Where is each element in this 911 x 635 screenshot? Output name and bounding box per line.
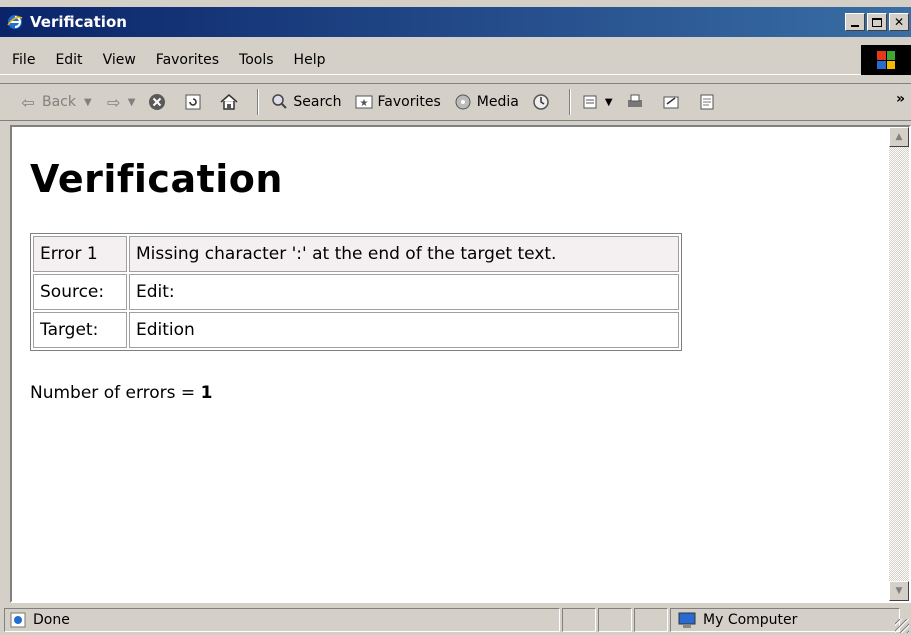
maximize-icon <box>872 17 882 27</box>
table-row: Source: Edit: <box>33 274 679 310</box>
favorites-button[interactable]: ★ Favorites <box>354 92 441 112</box>
vertical-scrollbar[interactable]: ▲ ▼ <box>889 127 909 601</box>
menu-view[interactable]: View <box>93 52 146 68</box>
media-label: Media <box>476 94 519 110</box>
scroll-down-button[interactable]: ▼ <box>889 581 909 601</box>
stop-button[interactable] <box>147 92 171 112</box>
close-icon: ✕ <box>893 15 905 29</box>
print-icon <box>627 94 642 107</box>
title-bar: Verification ✕ <box>0 7 911 37</box>
page-content: Verification Error 1 Missing character '… <box>12 127 891 601</box>
error-summary: Number of errors = 1 <box>30 383 212 403</box>
refresh-icon <box>185 94 201 110</box>
menu-favorites[interactable]: Favorites <box>146 52 229 68</box>
source-label-cell: Source: <box>33 274 127 310</box>
mail-button[interactable]: ▼ <box>581 92 613 112</box>
close-button[interactable]: ✕ <box>889 13 909 31</box>
table-row: Target: Edition <box>33 312 679 348</box>
status-bar: Done My Computer <box>0 605 911 635</box>
target-label-cell: Target: <box>33 312 127 348</box>
status-main-panel: Done <box>4 608 560 632</box>
menu-bar: File Edit View Favorites Tools Help <box>0 45 911 75</box>
scroll-up-button[interactable]: ▲ <box>889 127 909 147</box>
edit-page-button[interactable] <box>661 92 685 112</box>
minimize-icon <box>851 25 859 27</box>
windows-logo-icon <box>877 51 895 69</box>
status-panel <box>634 608 668 632</box>
page-done-icon <box>10 612 26 628</box>
resize-grip-icon[interactable] <box>895 619 909 633</box>
print-button[interactable] <box>625 92 649 112</box>
svg-text:★: ★ <box>359 98 368 109</box>
home-button[interactable] <box>219 92 243 112</box>
target-value-cell: Edition <box>129 312 679 348</box>
media-button[interactable]: Media <box>453 92 519 112</box>
search-button[interactable]: Search <box>269 92 342 112</box>
back-dropdown-icon[interactable]: ▼ <box>84 97 92 108</box>
error-message-cell: Missing character ':' at the end of the … <box>129 236 679 272</box>
status-panel <box>562 608 596 632</box>
mail-dropdown-icon[interactable]: ▼ <box>605 97 613 108</box>
favorites-label: Favorites <box>377 94 441 110</box>
summary-label: Number of errors = <box>30 383 201 403</box>
windows-logo-throbber <box>861 45 911 75</box>
forward-arrow-icon: ⇨ <box>107 92 121 112</box>
toolbar-overflow-chevron[interactable]: » <box>896 91 905 107</box>
maximize-button[interactable] <box>867 13 887 31</box>
scroll-down-icon: ▼ <box>895 586 903 596</box>
ie-icon <box>7 15 23 29</box>
toolbar-separator <box>568 89 571 115</box>
edit-icon <box>663 96 679 109</box>
minimize-button[interactable] <box>845 13 865 31</box>
page-title: Verification <box>30 157 283 201</box>
search-icon <box>272 94 288 109</box>
verification-table: Error 1 Missing character ':' at the end… <box>30 233 682 351</box>
stop-icon <box>149 94 166 110</box>
error-count: 1 <box>200 383 213 403</box>
scroll-up-icon: ▲ <box>895 132 903 142</box>
security-zone-label: My Computer <box>703 612 798 628</box>
table-row: Error 1 Missing character ':' at the end… <box>33 236 679 272</box>
media-icon <box>455 94 471 110</box>
history-button[interactable] <box>531 92 555 112</box>
history-icon <box>533 94 549 110</box>
forward-button[interactable]: ⇨ ▼ <box>104 92 136 112</box>
browser-viewport: Verification Error 1 Missing character '… <box>10 125 911 603</box>
error-label-cell: Error 1 <box>33 236 127 272</box>
status-text: Done <box>33 612 70 628</box>
back-arrow-icon: ⇦ <box>21 92 35 112</box>
status-panel <box>598 608 632 632</box>
window-title: Verification <box>30 13 127 31</box>
menu-tools[interactable]: Tools <box>229 52 284 68</box>
my-computer-icon <box>678 612 696 628</box>
menu-file[interactable]: File <box>0 52 45 68</box>
source-value-cell: Edit: <box>129 274 679 310</box>
discuss-button[interactable] <box>697 92 721 112</box>
favorites-icon: ★ <box>355 95 373 109</box>
security-zone-panel: My Computer <box>670 608 900 632</box>
back-label: Back <box>42 94 76 110</box>
search-label: Search <box>293 94 342 110</box>
menu-help[interactable]: Help <box>284 52 336 68</box>
home-icon <box>220 94 238 110</box>
menu-edit[interactable]: Edit <box>45 52 92 68</box>
discuss-icon <box>700 94 714 110</box>
forward-dropdown-icon[interactable]: ▼ <box>128 97 136 108</box>
mail-icon <box>583 95 597 109</box>
toolbar-separator <box>257 89 260 115</box>
toolbar: ⇦ Back ▼ ⇨ ▼ Search ★ Favorites Media ▼ … <box>0 83 911 121</box>
refresh-button[interactable] <box>183 92 207 112</box>
back-button[interactable]: ⇦ Back ▼ <box>18 92 92 112</box>
